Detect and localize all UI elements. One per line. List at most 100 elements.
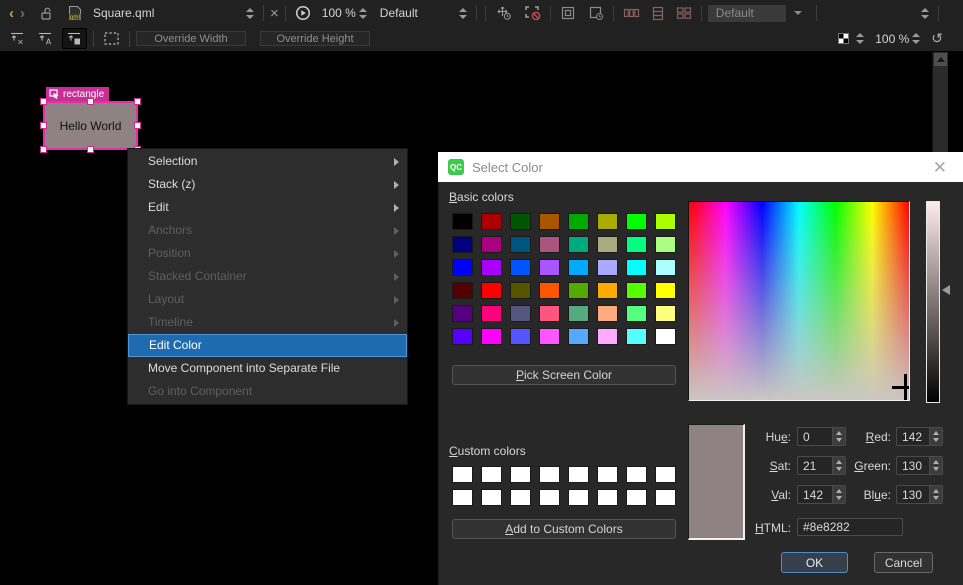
state-selector[interactable]: Default (380, 6, 442, 20)
html-input[interactable]: #8e8282 (797, 518, 903, 536)
basic-color-swatch[interactable] (626, 328, 647, 345)
empty-selector-spinner[interactable] (918, 8, 932, 19)
basic-color-swatch[interactable] (655, 259, 676, 276)
menu-item-position[interactable]: Position (128, 242, 407, 265)
custom-color-swatch[interactable] (568, 489, 589, 506)
dialog-titlebar[interactable]: QC Select Color ✕ (438, 152, 963, 182)
blue-spinbox[interactable]: 130 (896, 485, 943, 504)
dialog-close-button[interactable]: ✕ (927, 159, 953, 176)
menu-item-stack-z[interactable]: Stack (z) (128, 173, 407, 196)
ok-button[interactable]: OK (781, 552, 848, 573)
spin-buttons[interactable] (929, 428, 942, 445)
document-spinner[interactable] (243, 8, 257, 19)
custom-color-swatch[interactable] (481, 466, 502, 483)
custom-color-swatch[interactable] (539, 466, 560, 483)
custom-color-swatch[interactable] (655, 489, 676, 506)
custom-color-swatch[interactable] (452, 466, 473, 483)
canvas-zoom-spinner[interactable] (909, 33, 923, 44)
basic-color-swatch[interactable] (539, 213, 560, 230)
basic-color-swatch[interactable] (568, 328, 589, 345)
override-height-button[interactable]: Override Height (260, 31, 370, 46)
columns-view-button[interactable] (620, 4, 643, 22)
basic-color-swatch[interactable] (481, 328, 502, 345)
selection-handle[interactable] (134, 122, 141, 129)
basic-color-swatch[interactable] (626, 282, 647, 299)
basic-color-swatch[interactable] (539, 328, 560, 345)
run-preview-button[interactable] (292, 3, 314, 23)
basic-color-swatch[interactable] (510, 236, 531, 253)
anchor-item-button[interactable] (62, 28, 87, 49)
lock-toggle-button[interactable] (36, 4, 57, 23)
list-view-button[interactable] (649, 4, 667, 23)
selection-handle[interactable] (40, 122, 47, 129)
basic-color-swatch[interactable] (481, 305, 502, 322)
basic-color-swatch[interactable] (568, 236, 589, 253)
scroll-up-button[interactable] (934, 53, 947, 66)
menu-item-anchors[interactable]: Anchors (128, 219, 407, 242)
red-spinbox[interactable]: 142 (896, 427, 943, 446)
basic-color-swatch[interactable] (597, 259, 618, 276)
menu-item-edit[interactable]: Edit (128, 196, 407, 219)
back-button[interactable]: ‹ (6, 6, 17, 21)
basic-color-swatch[interactable] (626, 259, 647, 276)
basic-color-swatch[interactable] (597, 236, 618, 253)
preview-zoom-level[interactable]: 100 % (322, 6, 356, 20)
basic-color-swatch[interactable] (452, 236, 473, 253)
selection-frame-button[interactable] (521, 3, 544, 23)
value-slider-handle[interactable] (942, 285, 950, 295)
basic-color-swatch[interactable] (510, 328, 531, 345)
basic-color-swatch[interactable] (452, 305, 473, 322)
green-spinbox[interactable]: 130 (896, 456, 943, 475)
cancel-button[interactable]: Cancel (874, 552, 933, 573)
basic-color-swatch[interactable] (452, 213, 473, 230)
basic-color-swatch[interactable] (626, 213, 647, 230)
basic-color-swatch[interactable] (655, 305, 676, 322)
basic-color-swatch[interactable] (626, 236, 647, 253)
basic-color-swatch[interactable] (597, 282, 618, 299)
custom-color-swatch[interactable] (626, 466, 647, 483)
basic-color-swatch[interactable] (539, 236, 560, 253)
override-width-button[interactable]: Override Width (136, 31, 246, 46)
basic-color-swatch[interactable] (655, 236, 676, 253)
menu-item-go-into-component[interactable]: Go into Component (128, 380, 407, 403)
basic-color-swatch[interactable] (597, 305, 618, 322)
menu-item-selection[interactable]: Selection (128, 150, 407, 173)
custom-color-swatch[interactable] (626, 489, 647, 506)
custom-color-swatch[interactable] (539, 489, 560, 506)
target-selector[interactable]: Default (708, 5, 786, 22)
custom-color-swatch[interactable] (510, 466, 531, 483)
basic-color-swatch[interactable] (568, 282, 589, 299)
menu-item-move-component[interactable]: Move Component into Separate File (128, 357, 407, 380)
menu-item-timeline[interactable]: Timeline (128, 311, 407, 334)
basic-color-swatch[interactable] (597, 213, 618, 230)
refresh-view-button[interactable] (585, 3, 607, 23)
anchor-text-button[interactable]: A (34, 29, 57, 48)
basic-color-swatch[interactable] (481, 236, 502, 253)
component-rectangle[interactable]: Hello World (43, 101, 138, 150)
basic-color-swatch[interactable] (452, 282, 473, 299)
preview-zoom-spinner[interactable] (356, 8, 370, 19)
selection-handle[interactable] (40, 98, 47, 105)
component-label-tab[interactable]: rectangle (46, 87, 109, 101)
selection-handle[interactable] (40, 146, 47, 153)
basic-color-swatch[interactable] (452, 259, 473, 276)
document-name[interactable]: Square.qml (93, 6, 243, 20)
selection-handle[interactable] (134, 98, 141, 105)
basic-color-swatch[interactable] (539, 282, 560, 299)
basic-color-swatch[interactable] (481, 259, 502, 276)
basic-color-swatch[interactable] (510, 305, 531, 322)
custom-color-swatch[interactable] (452, 489, 473, 506)
basic-color-swatch[interactable] (597, 328, 618, 345)
custom-color-swatch[interactable] (568, 466, 589, 483)
state-spinner[interactable] (456, 8, 470, 19)
custom-color-swatch[interactable] (597, 466, 618, 483)
canvas-zoom-level[interactable]: 100 % (875, 32, 909, 46)
custom-color-swatch[interactable] (655, 466, 676, 483)
close-document-button[interactable]: × (270, 5, 279, 22)
basic-color-swatch[interactable] (481, 282, 502, 299)
forward-button[interactable]: › (17, 6, 28, 21)
custom-color-swatch[interactable] (481, 489, 502, 506)
move-within-spec-button[interactable] (492, 3, 515, 23)
menu-item-stacked-container[interactable]: Stacked Container (128, 265, 407, 288)
anchor-reset-button[interactable]: × (6, 29, 29, 48)
